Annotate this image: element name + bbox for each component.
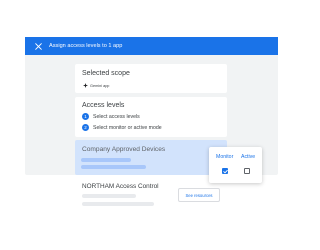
access-level-name: Company Approved Devices [82,146,166,153]
active-column-label: Active [241,154,256,160]
step-label: Select monitor or active mode [93,124,162,131]
placeholder-line [82,202,154,206]
mode-selector-popup: Monitor Active [209,147,262,183]
selected-scope-card: Selected scope Gemini app [75,64,227,93]
step-item: 1 Select access levels [82,113,140,120]
app-icon [83,83,88,88]
scope-app-label: Gemini app [90,83,110,88]
placeholder-line [82,194,136,198]
monitor-column-label: Monitor [216,154,234,160]
scope-app-chip: Gemini app [83,83,109,88]
access-level-name[interactable]: NORTHAM Access Control [82,183,159,190]
placeholder-line [81,165,146,169]
see-resources-button[interactable]: See resources [178,188,220,202]
close-icon[interactable] [30,38,46,54]
active-checkbox[interactable] [244,168,250,174]
selected-scope-heading: Selected scope [82,70,130,77]
access-levels-heading: Access levels [82,102,125,109]
dialog-titlebar: Assign access levels to 1 app [25,37,278,55]
step-number-badge: 2 [82,124,89,131]
step-item: 2 Select monitor or active mode [82,124,162,131]
step-label: Select access levels [93,113,140,120]
access-level-row-selected[interactable]: Company Approved Devices [75,140,227,175]
dialog-title: Assign access levels to 1 app [49,43,123,49]
monitor-checkbox[interactable] [222,168,228,174]
check-icon [222,169,228,173]
step-number-badge: 1 [82,113,89,120]
access-levels-card: Access levels 1 Select access levels 2 S… [75,97,227,137]
placeholder-line [81,158,131,162]
